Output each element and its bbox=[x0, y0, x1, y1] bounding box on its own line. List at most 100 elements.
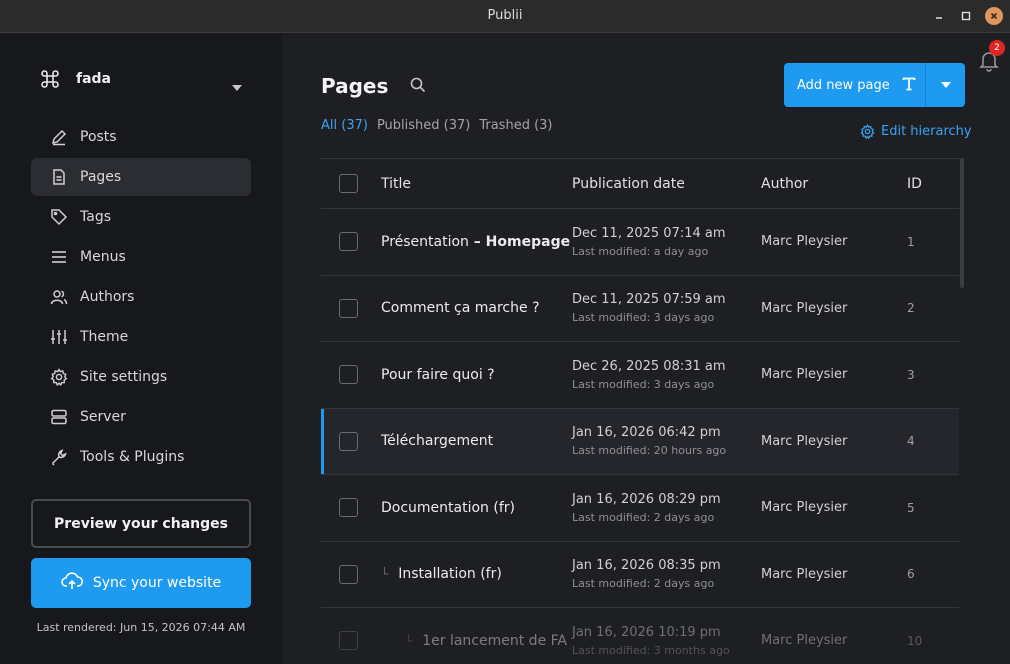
author-name: Marc Pleysier bbox=[761, 566, 848, 582]
row-checkbox[interactable] bbox=[339, 365, 358, 385]
chevron-down-icon bbox=[940, 82, 951, 88]
publication-date: Dec 11, 2025 07:14 am bbox=[572, 225, 726, 241]
page-title: Pages bbox=[321, 74, 389, 98]
page-id: 10 bbox=[907, 633, 923, 648]
sidebar-item-tags[interactable]: Tags bbox=[31, 198, 251, 236]
sync-website-button[interactable]: Sync your website bbox=[31, 558, 251, 608]
sidebar-item-authors[interactable]: Authors bbox=[31, 278, 251, 316]
page-title-link[interactable]: Installation (fr) bbox=[398, 566, 502, 582]
publication-date: Dec 11, 2025 07:59 am bbox=[572, 292, 726, 308]
gear-icon bbox=[860, 124, 875, 139]
last-modified: Last modified: 2 days ago bbox=[572, 577, 715, 591]
table-row[interactable]: Téléchargement Jan 16, 2026 06:42 pm Last… bbox=[321, 408, 959, 475]
sidebar-item-label: Tools & Plugins bbox=[80, 449, 185, 465]
page-title-link[interactable]: Comment ça marche ? bbox=[381, 300, 540, 316]
sidebar-item-label: Theme bbox=[80, 329, 129, 345]
sidebar-item-site-settings[interactable]: Site settings bbox=[31, 358, 251, 396]
page-id: 6 bbox=[907, 567, 915, 582]
sidebar-item-tools-plugins[interactable]: Tools & Plugins bbox=[31, 438, 251, 476]
cloud-upload-icon bbox=[61, 572, 83, 594]
filter-published[interactable]: Published (37) bbox=[377, 118, 470, 133]
site-name: fada bbox=[76, 71, 112, 87]
page-title-link[interactable]: Téléchargement bbox=[381, 433, 493, 449]
table-row[interactable]: Présentation – Homepage Dec 11, 2025 07:… bbox=[321, 209, 959, 276]
column-header-id[interactable]: ID bbox=[907, 176, 959, 192]
notification-count-badge: 2 bbox=[989, 40, 1005, 56]
window-title: Publii bbox=[487, 8, 523, 23]
table-row[interactable]: Comment ça marche ? Dec 11, 2025 07:59 a… bbox=[321, 276, 959, 342]
text-type-icon bbox=[902, 76, 916, 95]
pen-icon bbox=[50, 128, 68, 146]
sidebar-item-menus[interactable]: Menus bbox=[31, 238, 251, 276]
sidebar-item-server[interactable]: Server bbox=[31, 398, 251, 436]
main-panel: Pages Add new page 2 All (37) Published … bbox=[282, 34, 1010, 664]
edit-hierarchy-link[interactable]: Edit hierarchy bbox=[860, 124, 972, 139]
page-id: 3 bbox=[907, 367, 915, 382]
row-checkbox[interactable] bbox=[339, 498, 358, 518]
gear-icon bbox=[50, 368, 68, 386]
filter-all[interactable]: All (37) bbox=[321, 118, 368, 133]
tag-icon bbox=[50, 208, 68, 226]
row-checkbox[interactable] bbox=[339, 431, 358, 451]
filter-trashed[interactable]: Trashed (3) bbox=[479, 118, 552, 133]
search-button[interactable] bbox=[409, 76, 429, 96]
sidebar-item-posts[interactable]: Posts bbox=[31, 118, 251, 156]
author-name: Marc Pleysier bbox=[761, 234, 848, 250]
author-name: Marc Pleysier bbox=[761, 500, 848, 516]
add-page-button-group: Add new page bbox=[784, 63, 965, 107]
sidebar-item-label: Site settings bbox=[80, 369, 168, 385]
sidebar-item-label: Menus bbox=[80, 249, 126, 265]
author-name: Marc Pleysier bbox=[761, 367, 848, 383]
publication-date: Dec 26, 2025 08:31 am bbox=[572, 358, 726, 374]
author-name: Marc Pleysier bbox=[761, 633, 848, 649]
close-window-button[interactable] bbox=[985, 7, 1003, 25]
users-icon bbox=[50, 288, 68, 306]
page-title-suffix[interactable]: – Homepage bbox=[469, 234, 570, 250]
table-header: Title Publication date Author ID bbox=[321, 158, 959, 209]
row-checkbox[interactable] bbox=[339, 564, 358, 584]
sidebar-item-pages[interactable]: Pages bbox=[31, 158, 251, 196]
last-modified: Last modified: 20 hours ago bbox=[572, 444, 727, 458]
sliders-icon bbox=[50, 328, 68, 346]
page-id: 2 bbox=[907, 301, 915, 316]
notifications-button[interactable]: 2 bbox=[979, 40, 1005, 72]
table-scrollbar[interactable] bbox=[960, 158, 964, 288]
table-row[interactable]: └ Installation (fr) Jan 16, 2026 08:35 pm… bbox=[321, 542, 959, 608]
last-modified: Last modified: 3 months ago bbox=[572, 643, 730, 657]
sidebar-item-theme[interactable]: Theme bbox=[31, 318, 251, 356]
table-row[interactable]: Pour faire quoi ? Dec 26, 2025 08:31 am L… bbox=[321, 342, 959, 409]
row-checkbox[interactable] bbox=[339, 298, 358, 318]
sidebar-nav: Posts Pages Tags Menus Authors Theme Sit… bbox=[31, 118, 251, 478]
last-modified: Last modified: 3 days ago bbox=[572, 377, 715, 391]
child-indent-icon: └ bbox=[381, 567, 389, 582]
page-title-link[interactable]: Présentation bbox=[381, 234, 469, 250]
page-title-link[interactable]: 1er lancement de FA bbox=[422, 633, 567, 649]
publication-date: Jan 16, 2026 08:29 pm bbox=[572, 491, 721, 507]
column-header-author[interactable]: Author bbox=[761, 176, 907, 192]
table-row[interactable]: Documentation (fr) Jan 16, 2026 08:29 pm… bbox=[321, 475, 959, 542]
menu-icon bbox=[50, 248, 68, 266]
publication-date: Jan 16, 2026 06:42 pm bbox=[572, 425, 721, 441]
server-icon bbox=[50, 408, 68, 426]
select-all-checkbox[interactable] bbox=[339, 174, 358, 193]
maximize-button[interactable] bbox=[957, 7, 975, 25]
sync-label: Sync your website bbox=[92, 575, 222, 591]
sidebar-item-label: Server bbox=[80, 409, 126, 425]
table-row[interactable]: └ 1er lancement de FA Jan 16, 2026 10:19 … bbox=[321, 608, 959, 664]
row-checkbox[interactable] bbox=[339, 232, 358, 252]
page-title-link[interactable]: Documentation (fr) bbox=[381, 500, 515, 516]
site-switcher[interactable]: fada bbox=[40, 66, 250, 92]
row-checkbox[interactable] bbox=[339, 631, 358, 651]
column-header-date[interactable]: Publication date bbox=[572, 176, 761, 192]
preview-changes-button[interactable]: Preview your changes bbox=[31, 499, 251, 548]
page-id: 1 bbox=[907, 234, 915, 249]
minimize-button[interactable] bbox=[930, 7, 948, 25]
page-icon bbox=[50, 168, 68, 186]
sidebar-item-label: Posts bbox=[80, 129, 117, 145]
last-modified: Last modified: 3 days ago bbox=[572, 311, 715, 325]
window-titlebar: Publii bbox=[0, 0, 1010, 33]
add-page-dropdown-button[interactable] bbox=[925, 63, 965, 107]
column-header-title[interactable]: Title bbox=[381, 176, 572, 192]
page-title-link[interactable]: Pour faire quoi ? bbox=[381, 367, 495, 383]
add-new-page-button[interactable]: Add new page bbox=[784, 63, 925, 107]
